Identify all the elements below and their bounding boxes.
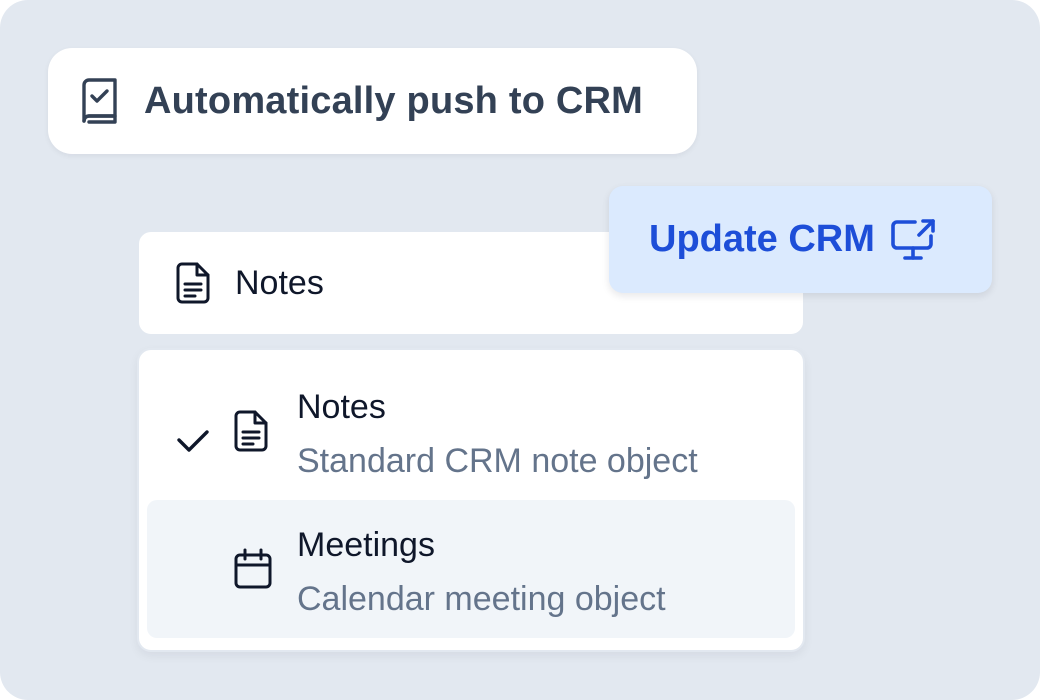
menu-option-notes[interactable]: Notes Standard CRM note object <box>147 360 795 498</box>
book-check-icon <box>78 76 122 126</box>
option-title: Notes <box>297 388 386 426</box>
menu-option-meetings[interactable]: Meetings Calendar meeting object <box>147 500 795 638</box>
update-crm-button[interactable]: Update CRM <box>609 186 992 293</box>
monitor-export-icon <box>889 217 937 263</box>
update-crm-label: Update CRM <box>649 218 875 260</box>
select-value: Notes <box>235 263 324 302</box>
crm-object-menu: Notes Standard CRM note object Meetings … <box>137 348 805 652</box>
option-description: Standard CRM note object <box>297 442 698 480</box>
option-description: Calendar meeting object <box>297 580 666 618</box>
document-icon <box>175 262 211 304</box>
document-icon <box>233 410 273 454</box>
canvas: Automatically push to CRM Notes Update C… <box>0 0 1040 700</box>
checkmark-icon <box>173 420 213 460</box>
calendar-icon <box>233 548 273 592</box>
option-title: Meetings <box>297 526 435 564</box>
auto-push-chip: Automatically push to CRM <box>48 48 697 154</box>
auto-push-label: Automatically push to CRM <box>144 79 644 122</box>
